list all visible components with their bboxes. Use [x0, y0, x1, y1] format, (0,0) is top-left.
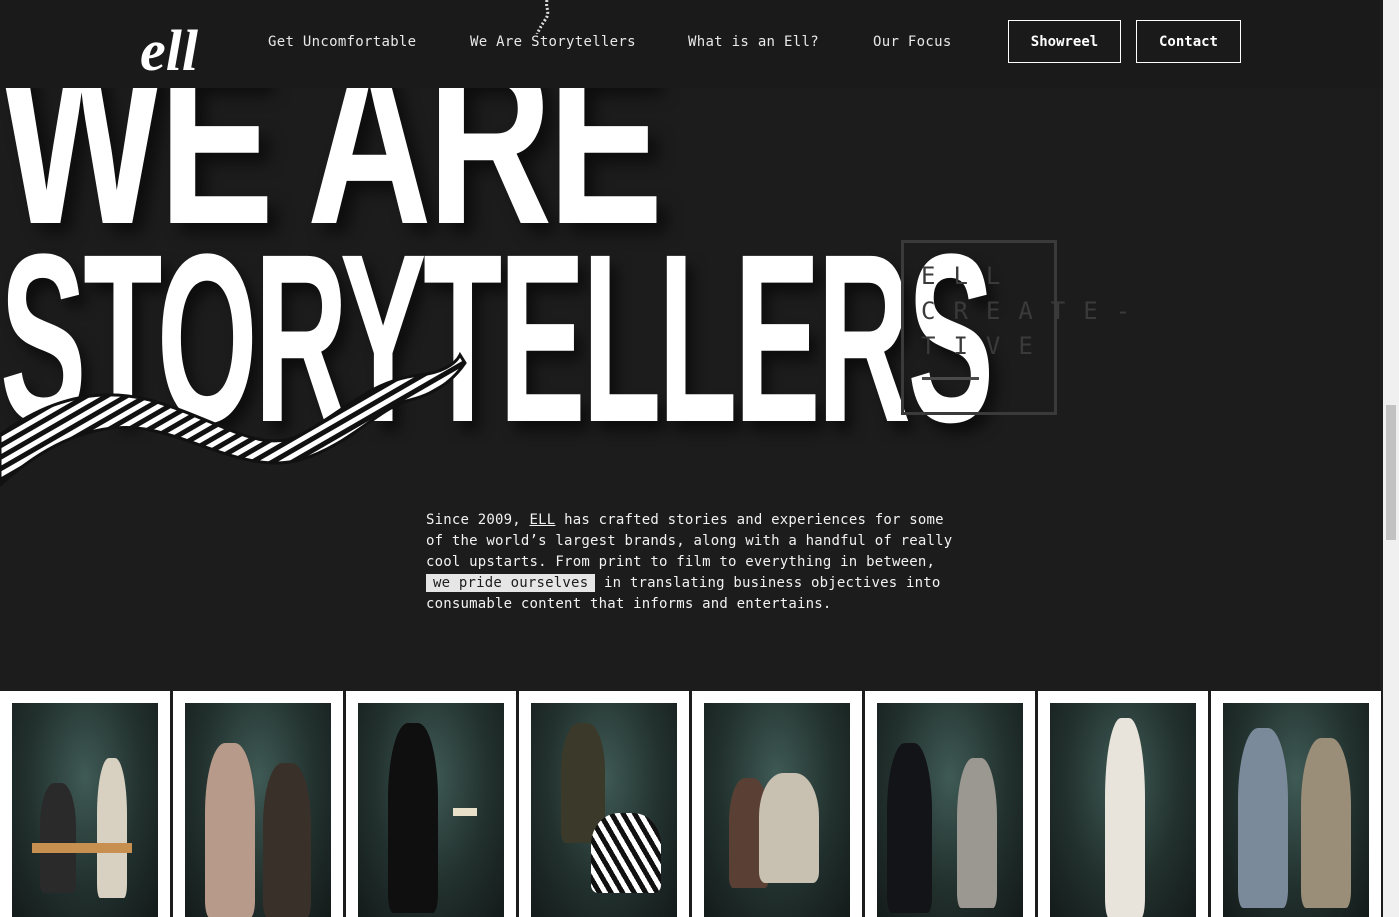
showreel-button[interactable]: Showreel [1008, 20, 1121, 63]
gallery-photo [877, 703, 1023, 917]
ell-logo[interactable]: ell [140, 12, 212, 74]
gallery-card[interactable] [865, 691, 1035, 917]
gallery-card[interactable] [1038, 691, 1208, 917]
gallery-photo [358, 703, 504, 917]
ell-link[interactable]: ELL [530, 512, 556, 528]
zebra-tentacle-illustration [0, 351, 467, 488]
nav-what-is-an-ell[interactable]: What is an Ell? [688, 34, 819, 50]
gallery-card[interactable] [519, 691, 689, 917]
logo-text: ell [140, 18, 199, 74]
nav-we-are-storytellers[interactable]: We Are Storytellers [470, 34, 636, 50]
gallery-photo [1223, 703, 1369, 917]
intro-text-1: Since 2009, [426, 512, 530, 528]
gallery-photo [185, 703, 331, 917]
intro-paragraph: Since 2009, ELL has crafted stories and … [426, 510, 966, 615]
scrollbar-thumb[interactable] [1386, 405, 1396, 540]
gallery-card[interactable] [346, 691, 516, 917]
gallery-card[interactable] [0, 691, 170, 917]
gallery-card[interactable] [1211, 691, 1381, 917]
gallery-photo [1050, 703, 1196, 917]
site-header: ell Get Uncomfortable We Are Storyteller… [0, 0, 1383, 88]
nav-get-uncomfortable[interactable]: Get Uncomfortable [268, 34, 416, 50]
box-logo-line1: ELL [921, 262, 1019, 290]
gallery-photo [704, 703, 850, 917]
portrait-gallery [0, 691, 1383, 917]
active-nav-squiggle-icon [535, 0, 550, 34]
box-logo-line2: CREATE- [921, 297, 1149, 325]
gallery-photo [12, 703, 158, 917]
gallery-card[interactable] [173, 691, 343, 917]
intro-highlight: we pride ourselves [426, 574, 596, 592]
contact-button[interactable]: Contact [1136, 20, 1241, 63]
nav-our-focus[interactable]: Our Focus [873, 34, 952, 50]
gallery-photo [531, 703, 677, 917]
gallery-card[interactable] [692, 691, 862, 917]
box-logo-underline [922, 377, 979, 380]
box-logo-line3: TIVE [921, 332, 1051, 360]
